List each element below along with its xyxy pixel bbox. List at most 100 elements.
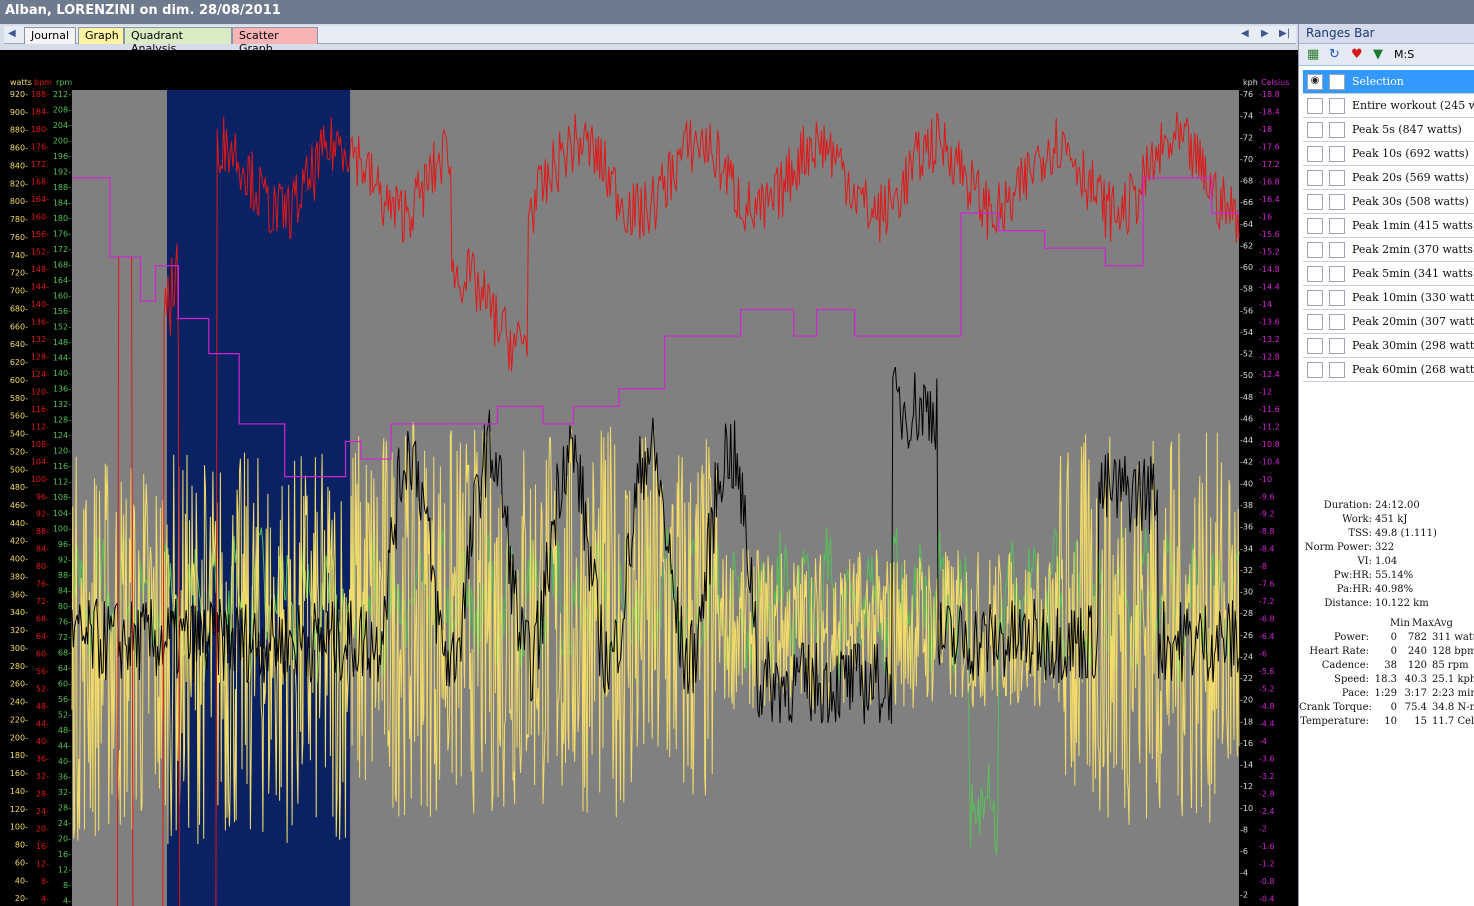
gem-icon[interactable]: ▼: [1373, 47, 1383, 63]
summary-value: 49.8 (1.111): [1375, 528, 1437, 539]
watts-tick-label: 600-: [10, 376, 28, 385]
kph-tick-label: -72: [1240, 133, 1253, 142]
stat-name: Crank Torque:: [1299, 702, 1372, 713]
tab-journal[interactable]: Journal: [24, 27, 76, 44]
ranges-bar-title: Ranges Bar: [1299, 24, 1474, 44]
bpm-tick-label: 4-: [41, 895, 49, 904]
summary-key: Pa:HR:: [1336, 584, 1372, 595]
range-label: Entire workout (245 watts): [1352, 99, 1474, 112]
celsius-tick-label: -12.8: [1259, 352, 1280, 361]
range-checkbox[interactable]: [1329, 266, 1345, 282]
range-checkbox[interactable]: [1329, 146, 1345, 162]
watts-tick-label: 660-: [10, 322, 28, 331]
range-checkbox[interactable]: [1329, 362, 1345, 378]
stat-name: Heart Rate:: [1309, 646, 1369, 657]
visibility-checkbox[interactable]: [1307, 218, 1323, 234]
watts-tick-label: 800-: [10, 197, 28, 206]
ms-toggle-button[interactable]: M:S: [1394, 47, 1414, 63]
visibility-checkbox[interactable]: [1307, 314, 1323, 330]
range-row[interactable]: Peak 30min (298 watts): [1303, 334, 1474, 358]
range-row[interactable]: Peak 5s (847 watts): [1303, 118, 1474, 142]
range-row[interactable]: Peak 10s (692 watts): [1303, 142, 1474, 166]
visibility-checkbox[interactable]: [1307, 266, 1323, 282]
rpm-tick-label: 20-: [58, 834, 71, 843]
bpm-tick-label: 148-: [31, 265, 49, 274]
visibility-checkbox[interactable]: [1307, 122, 1323, 138]
bpm-tick-label: 124-: [31, 370, 49, 379]
visibility-checkbox[interactable]: [1307, 170, 1323, 186]
axis-unit-label: watts: [10, 78, 32, 87]
range-checkbox[interactable]: [1329, 314, 1345, 330]
workout-chart[interactable]: watts bpm rpm kph Celsius 920- 900- 880- 860- 840…: [0, 50, 1298, 906]
visibility-checkbox[interactable]: [1307, 290, 1323, 306]
stat-avg: 2:23 min/km: [1432, 688, 1474, 699]
watts-tick-label: 700-: [10, 287, 28, 296]
rpm-tick-label: 188-: [53, 183, 71, 192]
visibility-checkbox[interactable]: [1307, 194, 1323, 210]
kph-tick-label: -62: [1240, 241, 1253, 250]
axis-unit-label: rpm: [56, 78, 72, 87]
bpm-tick-label: 128-: [31, 352, 49, 361]
stat-min: 18.3: [1374, 674, 1397, 685]
scroll-last-icon[interactable]: ▶|: [1279, 28, 1290, 39]
range-checkbox[interactable]: [1329, 290, 1345, 306]
heart-icon[interactable]: ♥: [1351, 47, 1363, 63]
range-row[interactable]: Entire workout (245 watts): [1303, 94, 1474, 118]
bpm-tick-label: 184-: [31, 107, 49, 116]
kph-tick-label: -36: [1240, 523, 1253, 532]
visibility-checkbox[interactable]: [1307, 146, 1323, 162]
stats-header: Min: [1390, 618, 1410, 629]
kph-tick-label: -32: [1240, 566, 1253, 575]
first-tab-arrow-icon[interactable]: ◀: [8, 28, 16, 39]
range-checkbox[interactable]: [1329, 218, 1345, 234]
scroll-right-icon[interactable]: ▶: [1261, 28, 1269, 39]
kph-tick-label: -54: [1240, 328, 1253, 337]
range-row[interactable]: Peak 1min (415 watts): [1303, 214, 1474, 238]
tab-scatter-graph[interactable]: Scatter Graph: [232, 27, 318, 55]
range-row[interactable]: Peak 30s (508 watts): [1303, 190, 1474, 214]
range-row[interactable]: Peak 2min (370 watts): [1303, 238, 1474, 262]
visibility-checkbox[interactable]: [1307, 98, 1323, 114]
watts-tick-label: 420-: [10, 537, 28, 546]
range-checkbox[interactable]: [1329, 122, 1345, 138]
celsius-tick-label: -13.2: [1259, 335, 1280, 344]
scroll-left-icon[interactable]: ◀: [1241, 28, 1249, 39]
range-row[interactable]: Peak 20s (569 watts): [1303, 166, 1474, 190]
range-checkbox[interactable]: [1329, 338, 1345, 354]
visibility-checkbox[interactable]: [1307, 242, 1323, 258]
range-label: Peak 10s (692 watts): [1352, 147, 1469, 160]
range-checkbox[interactable]: [1329, 170, 1345, 186]
celsius-tick-label: -2.8: [1259, 790, 1275, 799]
tab-quadrant-analysis[interactable]: Quadrant Analysis: [124, 27, 232, 55]
rpm-tick-label: 60-: [58, 679, 71, 688]
visibility-checkbox[interactable]: [1307, 338, 1323, 354]
watts-tick-label: 760-: [10, 233, 28, 242]
ranges-bar-toolbar: ▦ ↻ ♥ ▼ M:S: [1299, 44, 1474, 66]
range-checkbox[interactable]: [1329, 98, 1345, 114]
range-row[interactable]: Peak 5min (341 watts): [1303, 262, 1474, 286]
range-row[interactable]: ◉ Selection: [1303, 70, 1474, 94]
bpm-tick-label: 104-: [31, 457, 49, 466]
kph-tick-label: -50: [1240, 371, 1253, 380]
range-checkbox[interactable]: [1329, 74, 1345, 90]
watts-tick-label: 640-: [10, 340, 28, 349]
tab-graph[interactable]: Graph: [78, 27, 124, 44]
visibility-checkbox[interactable]: [1307, 362, 1323, 378]
kph-tick-label: -28: [1240, 609, 1253, 618]
range-checkbox[interactable]: [1329, 242, 1345, 258]
watts-tick-label: 740-: [10, 251, 28, 260]
bpm-tick-label: 160-: [31, 212, 49, 221]
stats-row: Temperature: 10 15 11.7 Celsius: [1299, 716, 1474, 730]
chart-image-icon[interactable]: ▦: [1307, 47, 1319, 63]
range-checkbox[interactable]: [1329, 194, 1345, 210]
celsius-tick-label: -3.2: [1259, 772, 1275, 781]
refresh-icon[interactable]: ↻: [1329, 47, 1340, 63]
rpm-tick-label: 36-: [58, 772, 71, 781]
range-row[interactable]: Peak 60min (268 watts): [1303, 358, 1474, 382]
eye-icon[interactable]: ◉: [1307, 74, 1323, 90]
summary-value: 40.98%: [1375, 584, 1414, 595]
summary-value: 55.14%: [1375, 570, 1414, 581]
range-row[interactable]: Peak 10min (330 watts): [1303, 286, 1474, 310]
watts-tick-label: 380-: [10, 572, 28, 581]
range-row[interactable]: Peak 20min (307 watts): [1303, 310, 1474, 334]
